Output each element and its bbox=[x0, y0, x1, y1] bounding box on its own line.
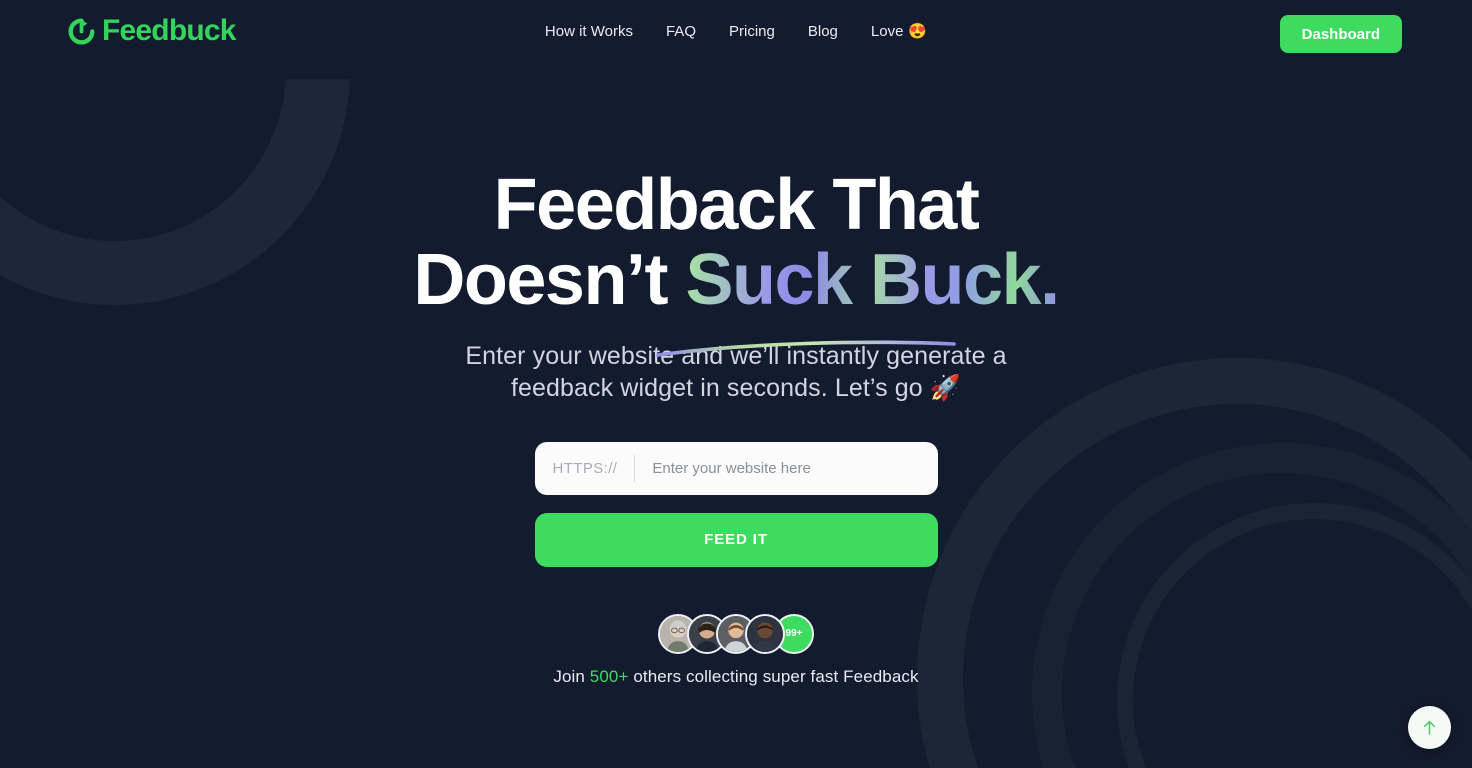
nav-item-how-it-works[interactable]: How it Works bbox=[545, 23, 633, 40]
website-url-input[interactable] bbox=[635, 459, 920, 477]
nav-item-faq[interactable]: FAQ bbox=[666, 23, 696, 40]
feed-it-button[interactable]: FEED IT bbox=[534, 512, 938, 567]
url-protocol-prefix: HTTPS:// bbox=[553, 454, 636, 482]
brand-logo[interactable]: Feedbuck bbox=[68, 16, 236, 46]
nav-label: Blog bbox=[807, 22, 838, 40]
headline-plain-part: Doesn’t bbox=[413, 239, 668, 320]
headline-underline-swoosh-icon bbox=[656, 340, 957, 357]
nav-item-pricing[interactable]: Pricing bbox=[729, 23, 775, 40]
page-title: Feedback That Doesn’t Suck Buck. bbox=[413, 165, 1060, 357]
site-header: Feedbuck How it Works FAQ Pricing Blog L… bbox=[0, 0, 1472, 70]
nav-item-blog[interactable]: Blog bbox=[808, 23, 838, 40]
circular-arrow-logo-icon bbox=[68, 18, 95, 44]
social-proof-suffix: others collecting super fast Feedback bbox=[628, 666, 919, 686]
website-url-field[interactable]: HTTPS:// bbox=[534, 441, 938, 495]
signup-form: HTTPS:// FEED IT bbox=[534, 441, 938, 567]
nav-label: FAQ bbox=[665, 22, 696, 40]
social-proof-count: 500+ bbox=[589, 666, 629, 686]
landing-page: Feedbuck How it Works FAQ Pricing Blog L… bbox=[0, 0, 1472, 768]
nav-item-love[interactable]: Love 😍 bbox=[870, 22, 928, 41]
dashboard-button[interactable]: Dashboard bbox=[1279, 15, 1402, 53]
avatar-group: 99+ bbox=[658, 613, 814, 654]
social-proof-text: Join 500+ others collecting super fast F… bbox=[553, 667, 918, 687]
nav-label: How it Works bbox=[544, 22, 633, 40]
headline-line-1: Feedback That bbox=[493, 165, 980, 245]
main-nav: How it Works FAQ Pricing Blog Love 😍 bbox=[545, 22, 928, 41]
heart-eyes-emoji-icon: 😍 bbox=[908, 23, 928, 40]
nav-label: Pricing bbox=[728, 22, 775, 40]
arrow-up-icon bbox=[1423, 720, 1436, 735]
social-proof-prefix: Join bbox=[553, 666, 590, 686]
scroll-to-top-button[interactable] bbox=[1408, 706, 1451, 749]
hero-section: Feedback That Doesn’t Suck Buck. Enter y… bbox=[0, 0, 1472, 768]
headline-gradient-part: Suck Buck. bbox=[685, 239, 1060, 320]
avatar bbox=[745, 613, 785, 654]
brand-name: Feedbuck bbox=[102, 14, 236, 47]
headline-line-2: Doesn’t Suck Buck. bbox=[413, 239, 1060, 357]
nav-label: Love bbox=[870, 22, 904, 40]
